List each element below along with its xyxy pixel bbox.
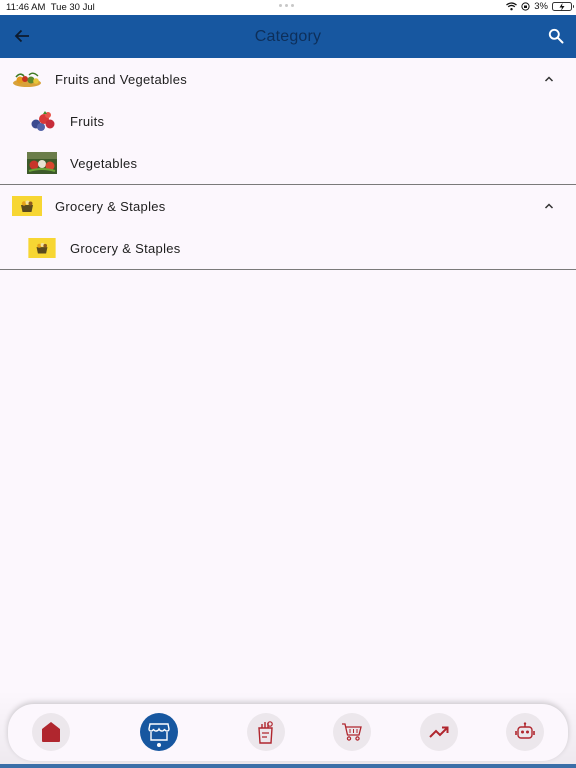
trending-up-icon [429, 726, 449, 738]
subcategory-item-vegetables[interactable]: Vegetables [0, 142, 576, 184]
robot-icon [515, 722, 535, 739]
home-indicator [0, 764, 576, 768]
wifi-icon [506, 2, 518, 11]
cart-icon [342, 723, 362, 741]
nav-grocery-button[interactable] [247, 713, 285, 751]
grocery-basket-image [12, 196, 42, 216]
fruits-vegetables-image [13, 72, 41, 87]
subcategory-item-grocery-and-staples[interactable]: Grocery & Staples [0, 227, 576, 269]
chevron-up-icon[interactable] [543, 200, 555, 212]
chevron-up-icon[interactable] [543, 73, 555, 85]
active-indicator-dot [157, 743, 161, 747]
multitasking-dots-icon[interactable] [279, 4, 294, 7]
category-section-grocery-and-staples: Grocery & Staples Grocery & Staples [0, 185, 576, 270]
grocery-bag-icon [258, 721, 273, 744]
status-indicators: 3% [506, 1, 574, 12]
bottom-navigation-bar [8, 704, 568, 761]
arrow-left-icon [14, 29, 29, 43]
vegetables-image [27, 152, 57, 174]
search-icon [548, 28, 564, 44]
nav-assistant-button[interactable] [506, 713, 544, 751]
battery-icon [552, 2, 574, 11]
nav-home-button[interactable] [32, 713, 70, 751]
subcategory-label: Grocery & Staples [70, 241, 181, 256]
grocery-basket-image [28, 238, 56, 258]
orientation-lock-icon [521, 2, 530, 11]
status-time: 11:46 AM Tue 30 Jul [6, 2, 95, 13]
subcategory-item-fruits[interactable]: Fruits [0, 100, 576, 142]
page-title: Category [254, 27, 322, 45]
search-button[interactable] [544, 24, 568, 48]
nav-trending-button[interactable] [420, 713, 458, 751]
berries-image [31, 111, 55, 131]
battery-percent: 3% [534, 1, 548, 12]
status-bar: 11:46 AM Tue 30 Jul 3% [0, 0, 576, 15]
category-label: Grocery & Staples [55, 198, 166, 214]
app-bar: Category [0, 15, 576, 58]
store-icon [148, 723, 170, 741]
subcategory-label: Vegetables [70, 156, 138, 171]
category-header-fruits-and-vegetables[interactable]: Fruits and Vegetables [0, 58, 576, 100]
home-icon [42, 722, 60, 742]
subcategory-label: Fruits [70, 114, 105, 129]
back-button[interactable] [10, 24, 34, 48]
category-label: Fruits and Vegetables [55, 71, 188, 87]
category-section-fruits-and-vegetables: Fruits and Vegetables Fruits Vegetables [0, 58, 576, 185]
category-header-grocery-and-staples[interactable]: Grocery & Staples [0, 185, 576, 227]
nav-store-button[interactable] [140, 713, 178, 751]
nav-cart-button[interactable] [333, 713, 371, 751]
